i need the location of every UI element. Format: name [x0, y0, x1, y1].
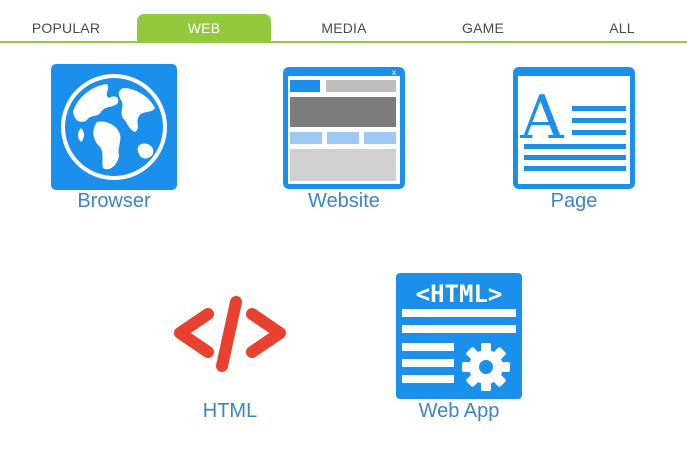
tile-label-browser: Browser: [77, 190, 151, 212]
tab-game[interactable]: GAME: [431, 14, 535, 42]
tile-label-page: Page: [550, 190, 598, 212]
tab-all[interactable]: ALL: [570, 14, 674, 42]
code-brackets-icon: [174, 296, 286, 372]
category-tab-bar: POPULAR WEB MEDIA GAME ALL: [0, 0, 687, 44]
tile-html[interactable]: HTML: [164, 272, 296, 428]
tab-web[interactable]: WEB: [137, 14, 271, 42]
tile-page[interactable]: A Page: [508, 63, 640, 219]
web-app-icon-text: <HTML>: [416, 280, 503, 308]
globe-icon: [51, 64, 177, 190]
tab-bar-underline: [0, 41, 687, 43]
web-app-icon: <HTML>: [396, 273, 522, 399]
svg-text:A: A: [519, 83, 564, 153]
tile-label-website: Website: [308, 190, 380, 212]
tab-popular[interactable]: POPULAR: [14, 14, 118, 42]
website-layout-icon: x: [283, 67, 405, 189]
tile-label-web-app: Web App: [418, 400, 500, 422]
tile-browser[interactable]: Browser: [48, 63, 180, 219]
tile-website[interactable]: x Website: [278, 63, 410, 219]
tile-web-app[interactable]: <HTML> Web App: [393, 272, 525, 428]
document-page-icon: A: [513, 67, 635, 189]
tab-media[interactable]: MEDIA: [292, 14, 396, 42]
svg-text:x: x: [392, 68, 397, 77]
tile-label-html: HTML: [202, 400, 258, 422]
